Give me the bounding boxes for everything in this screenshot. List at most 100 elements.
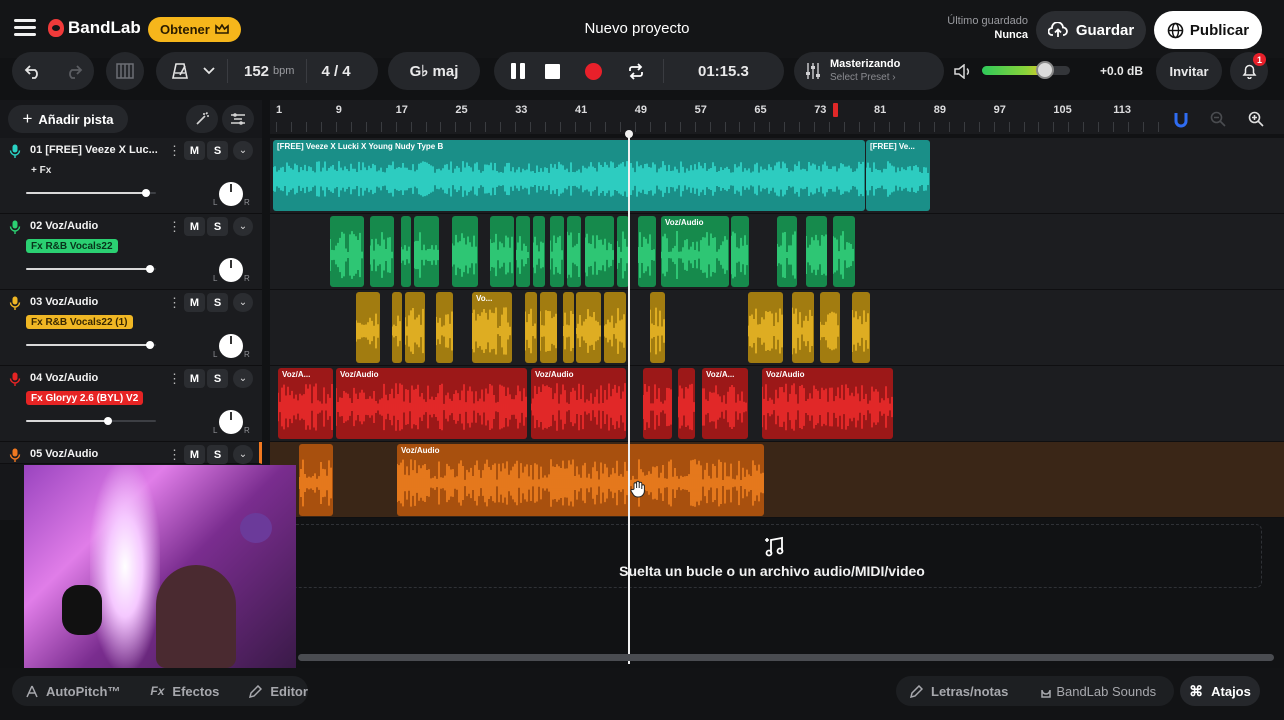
audio-clip[interactable] [436,292,453,363]
audio-clip[interactable] [405,292,425,363]
audio-clip[interactable]: Vo... [472,292,512,363]
audio-clip[interactable] [414,216,439,287]
audio-clip[interactable] [833,216,855,287]
audio-clip[interactable] [643,368,672,439]
zoom-in-icon[interactable] [1248,111,1264,127]
master-volume-slider[interactable] [982,61,1070,79]
track-header-1[interactable]: 01 [FREE] Veeze X Luc... ⋮ M S ⌄ + Fx L R [0,138,262,214]
audio-clip[interactable] [563,292,574,363]
automation-button[interactable] [222,105,254,133]
audio-clip[interactable] [452,216,478,287]
speaker-icon[interactable] [954,64,972,79]
piano-button[interactable] [106,52,144,90]
mute-button[interactable]: M [184,217,205,236]
track-options-icon[interactable]: ⋮ [168,295,181,311]
invite-button[interactable]: Invitar [1156,52,1222,90]
metronome-icon[interactable] [171,62,189,80]
track-name[interactable]: 04 Voz/Audio [30,372,164,384]
audio-clip[interactable] [852,292,870,363]
editor-button[interactable]: Editor [249,684,308,699]
effects-button[interactable]: Fx Efectos [150,684,219,699]
track-pan-knob[interactable] [219,258,243,282]
track-options-icon[interactable]: ⋮ [168,143,181,159]
audio-clip[interactable]: Voz/Audio [661,216,729,287]
add-track-button[interactable]: + Añadir pista [8,105,128,133]
track-header-5[interactable]: 05 Voz/Audio ⋮ M S ⌄ [0,442,262,464]
track-expand-chevron-icon[interactable]: ⌄ [233,217,253,236]
bandlab-sounds-button[interactable]: BandLab Sounds [1040,684,1156,699]
audio-clip[interactable] [748,292,783,363]
track-pan-knob[interactable] [219,182,243,206]
zoom-out-icon[interactable] [1210,111,1226,127]
track-pan-knob[interactable] [219,334,243,358]
audio-clip[interactable] [299,444,333,516]
timeline-ruler[interactable]: 1 9 17 25 33 41 49 57 65 73 81 89 97 105 113 [270,100,1284,134]
audio-clip[interactable]: Voz/A... [278,368,333,439]
track-volume-knob[interactable] [145,265,154,273]
pause-icon[interactable] [511,63,525,79]
track-fx-badge[interactable]: + Fx [26,163,56,177]
record-icon[interactable] [585,62,602,80]
track-options-icon[interactable]: ⋮ [168,447,181,463]
tempo-value[interactable]: 152 [244,63,269,80]
menu-icon[interactable] [14,19,36,37]
track-expand-chevron-icon[interactable]: ⌄ [233,141,253,160]
mute-button[interactable]: M [184,369,205,388]
audio-clip[interactable]: Voz/A... [702,368,748,439]
master-volume-knob[interactable] [1036,61,1055,79]
audio-clip[interactable] [550,216,564,287]
loop-icon[interactable] [627,62,645,80]
track-header-3[interactable]: 03 Voz/Audio ⋮ M S ⌄ Fx R&B Vocals22 (1) L R [0,290,262,366]
track-expand-chevron-icon[interactable]: ⌄ [233,293,253,312]
brand-logo[interactable]: BandLab [48,18,141,38]
solo-button[interactable]: S [207,445,228,464]
track-volume-knob[interactable] [103,417,112,425]
audio-clip[interactable] [490,216,514,287]
track-expand-chevron-icon[interactable]: ⌄ [233,445,253,464]
project-title[interactable]: Nuevo proyecto [520,20,754,37]
publish-button[interactable]: Publicar [1154,11,1262,49]
track-pan-knob[interactable] [219,410,243,434]
track-volume-slider[interactable] [26,417,156,425]
audio-clip[interactable] [638,216,656,287]
track-fx-badge[interactable]: Fx Gloryy 2.6 (BYL) V2 [26,391,144,405]
track-header-2[interactable]: 02 Voz/Audio ⋮ M S ⌄ Fx R&B Vocals22 L R [0,214,262,290]
chevron-down-icon[interactable] [203,67,215,75]
audio-clip[interactable]: Voz/Audio [762,368,893,439]
loop-marker[interactable] [833,103,838,117]
track-header-4[interactable]: 04 Voz/Audio ⋮ M S ⌄ Fx Gloryy 2.6 (BYL) V2 L R [0,366,262,442]
track-volume-slider[interactable] [26,265,156,273]
track-volume-slider[interactable] [26,341,156,349]
track-volume-slider[interactable] [26,189,156,197]
magnet-icon[interactable] [1174,112,1188,128]
track-options-icon[interactable]: ⋮ [168,371,181,387]
magic-tool-button[interactable] [186,105,218,133]
solo-button[interactable]: S [207,369,228,388]
stop-icon[interactable] [545,63,560,79]
lyrics-button[interactable]: Letras/notas [910,684,1008,699]
mute-button[interactable]: M [184,293,205,312]
audio-clip[interactable] [678,368,695,439]
track-name[interactable]: 02 Voz/Audio [30,220,164,232]
undo-icon[interactable] [24,63,42,79]
audio-clip[interactable] [392,292,402,363]
audio-clip[interactable] [533,216,545,287]
audio-clip[interactable] [576,292,601,363]
track-name[interactable]: 03 Voz/Audio [30,296,164,308]
autopitch-button[interactable]: AutoPitch™ [26,684,120,699]
audio-clip[interactable]: [FREE] Veeze X Lucki X Young Nudy Type B [273,140,865,211]
playhead-handle[interactable] [625,130,633,138]
obtener-button[interactable]: Obtener [148,17,241,42]
track-options-icon[interactable]: ⋮ [168,219,181,235]
mastering-button[interactable]: Masterizando Select Preset › [794,52,944,90]
mute-button[interactable]: M [184,141,205,160]
audio-clip[interactable] [540,292,557,363]
audio-clip[interactable] [731,216,749,287]
audio-clip[interactable] [604,292,626,363]
audio-clip[interactable] [792,292,814,363]
audio-clip[interactable] [567,216,581,287]
time-signature[interactable]: 4 / 4 [321,63,350,80]
track-volume-knob[interactable] [145,341,154,349]
solo-button[interactable]: S [207,293,228,312]
save-button[interactable]: Guardar [1036,11,1146,49]
